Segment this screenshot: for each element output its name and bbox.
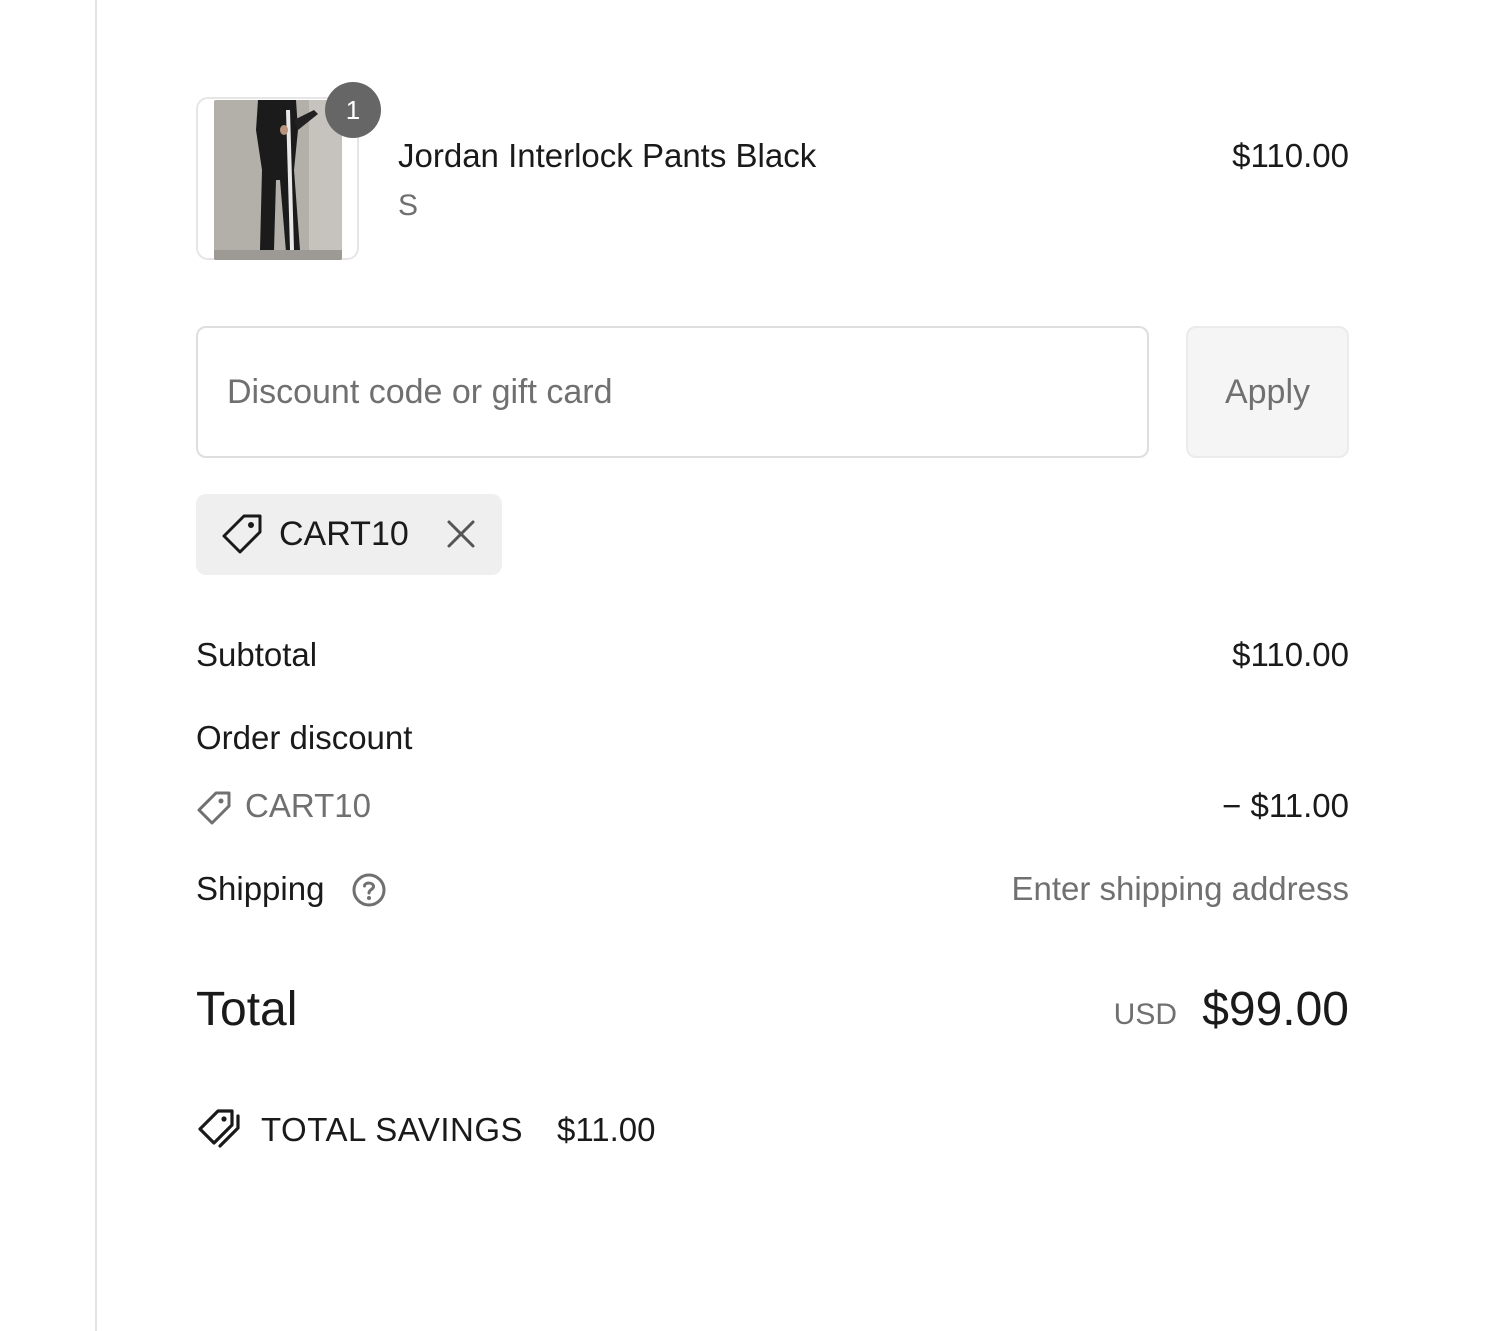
- tags-icon: [198, 1109, 240, 1148]
- quantity-badge: 1: [325, 82, 381, 138]
- total-savings-label: TOTAL SAVINGS: [261, 1111, 524, 1148]
- shipping-value: Enter shipping address: [1011, 870, 1349, 907]
- order-discount-label: Order discount: [196, 719, 413, 756]
- close-icon[interactable]: [443, 516, 479, 552]
- product-image: [214, 100, 342, 260]
- total-label: Total: [196, 983, 298, 1036]
- shipping-label: Shipping: [196, 870, 325, 907]
- total-savings-amount: $11.00: [557, 1111, 656, 1148]
- order-discount-code: CART10: [245, 787, 371, 824]
- subtotal-value: $110.00: [1232, 636, 1349, 673]
- column-divider: [95, 0, 97, 1331]
- applied-discount-code: CART10: [279, 515, 409, 553]
- applied-discount-chip: CART10: [196, 494, 502, 575]
- product-thumbnail: 1: [196, 82, 381, 260]
- subtotal-label: Subtotal: [196, 636, 318, 673]
- product-price: $110.00: [1232, 137, 1349, 174]
- discount-code-input[interactable]: [196, 326, 1149, 458]
- total-currency: USD: [1113, 998, 1177, 1031]
- order-discount-value: − $11.00: [1222, 787, 1349, 824]
- apply-discount-button[interactable]: Apply: [1186, 326, 1349, 458]
- tag-icon: [197, 791, 231, 825]
- product-name: Jordan Interlock Pants Black: [398, 137, 817, 174]
- line-item: 1 Jordan Interlock Pants Black S $110.00: [196, 82, 1349, 263]
- total-amount: $99.00: [1202, 983, 1349, 1036]
- product-variant: S: [398, 189, 419, 222]
- tag-icon: [222, 514, 262, 554]
- checkout-summary-page: 1 Jordan Interlock Pants Black S $110.00…: [0, 0, 1500, 1331]
- help-circle-icon[interactable]: [351, 872, 387, 908]
